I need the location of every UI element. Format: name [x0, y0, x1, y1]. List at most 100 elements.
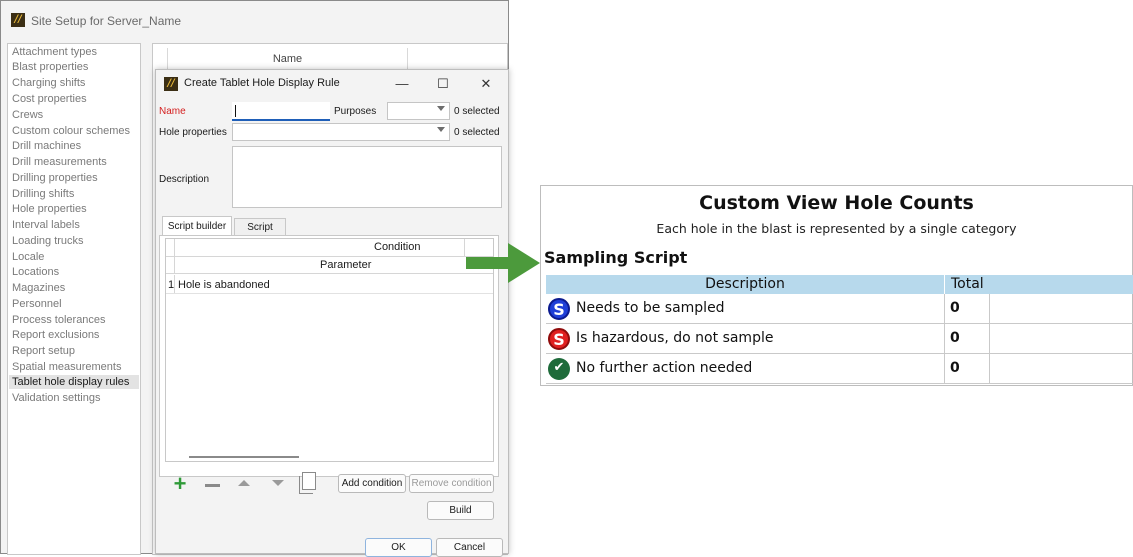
row-description: Needs to be sampled	[576, 300, 725, 316]
column-divider	[944, 354, 945, 383]
script-condition-grid[interactable]: Condition Parameter 1 Hole is abandoned	[165, 238, 494, 462]
category-item-selected[interactable]: Tablet hole display rules	[9, 375, 139, 389]
category-item[interactable]: Attachment types	[12, 45, 97, 59]
category-item[interactable]: Drilling properties	[12, 171, 98, 185]
name-input[interactable]	[232, 102, 330, 121]
row-total: 0	[950, 360, 960, 376]
category-item[interactable]: Drill machines	[12, 139, 81, 153]
category-item[interactable]: Drilling shifts	[12, 187, 74, 201]
pointer-arrow-icon	[466, 243, 540, 283]
custom-view-panel: Custom View Hole Counts Each hole in the…	[540, 185, 1133, 386]
custom-view-subtitle: Each hole in the blast is represented by…	[656, 221, 1017, 236]
copy-icon[interactable]	[299, 472, 316, 494]
category-item[interactable]: Report setup	[12, 344, 75, 358]
dialog-title: Create Tablet Hole Display Rule	[184, 77, 340, 89]
total-column-header: Total	[945, 275, 1133, 294]
tab-script[interactable]: Script	[234, 218, 286, 236]
move-down-icon[interactable]	[272, 480, 284, 486]
category-item[interactable]: Validation settings	[12, 391, 100, 405]
category-item[interactable]: Locale	[12, 250, 44, 264]
category-item[interactable]: Blast properties	[12, 60, 88, 74]
grid-divider	[174, 257, 175, 273]
category-item[interactable]: Spatial measurements	[12, 360, 121, 374]
category-item[interactable]: Charging shifts	[12, 76, 85, 90]
category-item[interactable]: Cost properties	[12, 92, 87, 106]
move-up-icon[interactable]	[238, 480, 250, 486]
row-description: Is hazardous, do not sample	[576, 330, 774, 346]
app-logo-icon: //	[11, 13, 25, 27]
s-blue-circle-icon: S	[548, 298, 570, 320]
category-item[interactable]: Magazines	[12, 281, 65, 295]
custom-view-title: Custom View Hole Counts	[699, 192, 974, 214]
category-item[interactable]: Locations	[12, 265, 59, 279]
category-item[interactable]: Personnel	[12, 297, 62, 311]
dialog-titlebar: // Create Tablet Hole Display Rule — ☐ ✕	[156, 70, 508, 98]
parameter-column-header[interactable]: Parameter	[320, 259, 371, 271]
condition-column-header[interactable]: Condition	[374, 241, 420, 253]
cancel-button[interactable]: Cancel	[436, 538, 503, 557]
condition-row[interactable]: 1 Hole is abandoned	[166, 275, 493, 294]
category-item[interactable]: Loading trucks	[12, 234, 84, 248]
grid-divider	[174, 275, 175, 293]
purposes-count: 0 selected	[454, 106, 500, 117]
category-item[interactable]: Report exclusions	[12, 328, 99, 342]
section-title: Sampling Script	[544, 248, 688, 267]
arrow-shape	[466, 243, 540, 283]
category-item[interactable]: Crews	[12, 108, 43, 122]
remove-condition-button[interactable]: Remove condition	[409, 474, 494, 493]
column-divider	[944, 324, 945, 353]
column-divider	[989, 324, 990, 353]
condition-header-row: Condition	[166, 239, 493, 257]
ok-button[interactable]: OK	[365, 538, 432, 557]
maximize-button[interactable]: ☐	[431, 74, 455, 94]
s-red-circle-icon: S	[548, 328, 570, 350]
table-row: S Needs to be sampled 0	[546, 294, 1133, 324]
hole-properties-dropdown[interactable]	[232, 123, 450, 141]
build-button[interactable]: Build	[427, 501, 494, 520]
remove-icon[interactable]	[205, 484, 220, 487]
column-divider	[989, 294, 990, 323]
scrollbar-thumb[interactable]	[189, 456, 299, 458]
grid-divider	[174, 239, 175, 256]
create-rule-dialog: // Create Tablet Hole Display Rule — ☐ ✕…	[155, 69, 509, 557]
column-divider	[989, 354, 990, 383]
hole-properties-count: 0 selected	[454, 127, 500, 138]
table-row: S Is hazardous, do not sample 0	[546, 324, 1133, 354]
purposes-dropdown[interactable]	[387, 102, 450, 120]
name-label: Name	[159, 106, 186, 117]
site-setup-title: Site Setup for Server_Name	[31, 14, 182, 28]
text-caret	[235, 105, 236, 117]
row-total: 0	[950, 300, 960, 316]
add-condition-button[interactable]: Add condition	[338, 474, 406, 493]
grid-divider	[464, 239, 465, 256]
category-item[interactable]: Hole properties	[12, 202, 87, 216]
rules-name-column-header[interactable]: Name	[167, 48, 408, 70]
parameter-header-row: Parameter	[166, 257, 493, 274]
category-item[interactable]: Interval labels	[12, 218, 80, 232]
app-logo-icon: //	[164, 77, 178, 91]
site-setup-titlebar: // Site Setup for Server_Name	[1, 1, 508, 43]
description-textarea[interactable]	[232, 146, 502, 208]
check-green-circle-icon: ✔	[548, 358, 570, 380]
description-column-header: Description	[546, 275, 944, 294]
copy-icon-back	[299, 476, 313, 494]
hole-properties-label: Hole properties	[159, 127, 227, 138]
column-divider	[944, 294, 945, 323]
category-item[interactable]: Process tolerances	[12, 313, 106, 327]
chevron-down-icon	[437, 127, 445, 132]
add-icon[interactable]: +	[170, 473, 190, 495]
description-label: Description	[159, 174, 210, 185]
category-item[interactable]: Drill measurements	[12, 155, 107, 169]
purposes-label: Purposes	[334, 106, 377, 117]
row-total: 0	[950, 330, 960, 346]
minimize-button[interactable]: —	[390, 74, 414, 94]
category-list[interactable]: Attachment types Blast properties Chargi…	[7, 43, 141, 555]
close-button[interactable]: ✕	[474, 74, 498, 94]
horizontal-scrollbar[interactable]	[166, 454, 493, 461]
row-description: No further action needed	[576, 360, 753, 376]
table-row: ✔ No further action needed 0	[546, 354, 1133, 384]
chevron-down-icon	[437, 106, 445, 111]
condition-text[interactable]: Hole is abandoned	[178, 279, 270, 291]
category-item[interactable]: Custom colour schemes	[12, 124, 130, 138]
tab-script-builder[interactable]: Script builder	[162, 216, 232, 236]
